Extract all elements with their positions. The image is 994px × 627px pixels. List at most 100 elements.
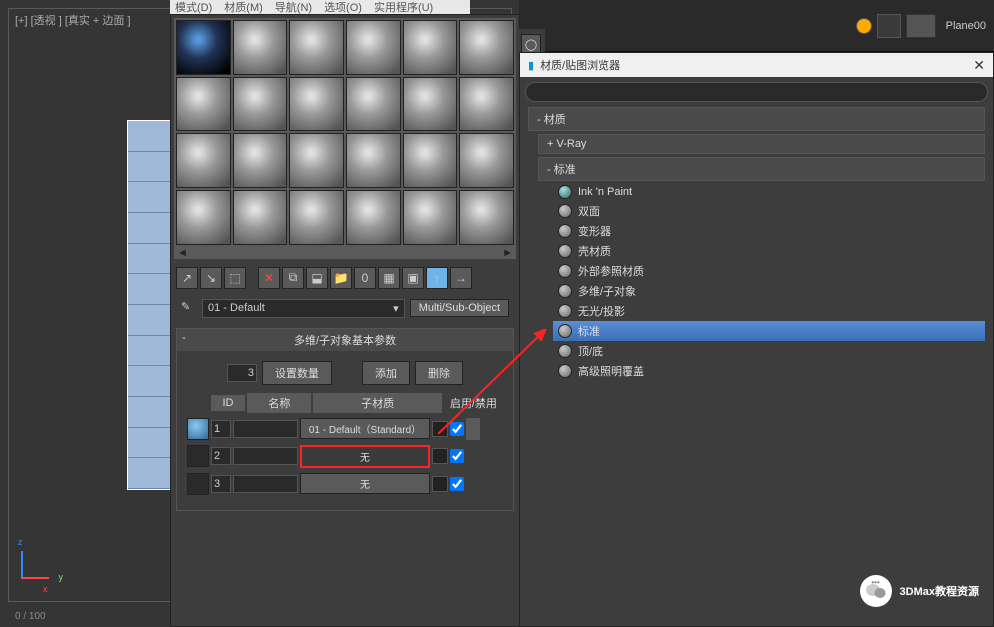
- go-to-parent-icon[interactable]: ↑: [426, 267, 448, 289]
- reset-map-icon[interactable]: ✕: [258, 267, 280, 289]
- row-preview-icon[interactable]: [187, 445, 209, 467]
- sample-slot-10[interactable]: [346, 77, 401, 132]
- sample-slot-14[interactable]: [233, 133, 288, 188]
- set-count-button[interactable]: 设置数量: [262, 361, 332, 385]
- row-enable-checkbox[interactable]: [450, 422, 464, 436]
- viewport-label[interactable]: [+] [透视 ] [真实 + 边面 ]: [15, 12, 131, 28]
- menu-mode[interactable]: 模式(D): [175, 0, 212, 15]
- material-name-dropdown[interactable]: 01 - Default ▾: [202, 299, 405, 318]
- add-button[interactable]: 添加: [362, 361, 410, 385]
- browser-titlebar[interactable]: ▮ 材质/贴图浏览器 ✕: [520, 53, 993, 77]
- sample-slot-2[interactable]: [233, 20, 288, 75]
- menu-material[interactable]: 材质(M): [224, 0, 263, 15]
- show-in-viewport-icon[interactable]: ▦: [378, 267, 400, 289]
- sample-slot-18[interactable]: [459, 133, 514, 188]
- list-item[interactable]: 外部参照材质: [553, 261, 985, 281]
- row-id-input[interactable]: [211, 420, 231, 438]
- list-item[interactable]: 顶/底: [553, 341, 985, 361]
- put-to-scene-icon[interactable]: ↘: [200, 267, 222, 289]
- sample-slot-23[interactable]: [403, 190, 458, 245]
- put-to-library-icon[interactable]: 📁: [330, 267, 352, 289]
- list-item-label: 外部参照材质: [578, 263, 644, 279]
- sample-slot-1[interactable]: [176, 20, 231, 75]
- count-spinner[interactable]: [227, 364, 257, 382]
- sample-slot-8[interactable]: [233, 77, 288, 132]
- close-icon[interactable]: ✕: [973, 57, 985, 74]
- row-material-button[interactable]: 01 - Default（Standard）: [300, 418, 430, 439]
- material-sphere-icon: [558, 324, 572, 338]
- sample-slot-21[interactable]: [289, 190, 344, 245]
- row-name-input[interactable]: [233, 475, 298, 493]
- sample-scrollbar[interactable]: ◄►: [174, 247, 516, 259]
- row-color-swatch[interactable]: [432, 476, 448, 492]
- pick-material-icon[interactable]: ✎: [181, 300, 197, 316]
- sample-slot-20[interactable]: [233, 190, 288, 245]
- sub-material-table: ID 名称 子材质 启用/禁用 01 - Default（Standard）: [187, 393, 503, 495]
- sample-slot-19[interactable]: [176, 190, 231, 245]
- material-type-button[interactable]: Multi/Sub-Object: [410, 299, 509, 317]
- delete-button[interactable]: 删除: [415, 361, 463, 385]
- make-copy-icon[interactable]: ⧉: [282, 267, 304, 289]
- category-standard[interactable]: - 标准: [538, 157, 985, 181]
- row-name-input[interactable]: [233, 447, 298, 465]
- row-preview-icon[interactable]: [187, 418, 209, 440]
- rollout-header[interactable]: - 多维/子对象基本参数: [177, 329, 513, 351]
- sample-slot-4[interactable]: [346, 20, 401, 75]
- sample-slot-22[interactable]: [346, 190, 401, 245]
- category-materials[interactable]: - 材质: [528, 107, 985, 131]
- list-item[interactable]: 多维/子对象: [553, 281, 985, 301]
- sun-icon[interactable]: [856, 18, 872, 34]
- row-scroll-up-icon[interactable]: [466, 418, 480, 440]
- list-item[interactable]: 双面: [553, 201, 985, 221]
- make-unique-icon[interactable]: ⬓: [306, 267, 328, 289]
- sample-slot-17[interactable]: [403, 133, 458, 188]
- row-id-input[interactable]: [211, 475, 231, 493]
- search-input[interactable]: [525, 82, 988, 102]
- row-color-swatch[interactable]: [432, 421, 448, 437]
- row-preview-icon[interactable]: [187, 473, 209, 495]
- row-color-swatch[interactable]: [432, 448, 448, 464]
- menu-nav[interactable]: 导航(N): [275, 0, 312, 15]
- list-item[interactable]: 壳材质: [553, 241, 985, 261]
- sample-slot-15[interactable]: [289, 133, 344, 188]
- sample-slot-24[interactable]: [459, 190, 514, 245]
- main-toolbar: ↗ ↘ ⬚ ✕ ⧉ ⬓ 📁 0 ▦ ▣ ↑ →: [171, 262, 519, 294]
- list-item-label: 顶/底: [578, 343, 603, 359]
- sample-slot-5[interactable]: [403, 20, 458, 75]
- get-material-icon[interactable]: ↗: [176, 267, 198, 289]
- menu-options[interactable]: 选项(O): [324, 0, 362, 15]
- list-item[interactable]: 标准: [553, 321, 985, 341]
- sample-type-icon[interactable]: ◯: [521, 34, 541, 54]
- sample-slot-3[interactable]: [289, 20, 344, 75]
- col-name-header: 名称: [247, 393, 311, 413]
- list-item-label: 高级照明覆盖: [578, 363, 644, 379]
- sample-slot-16[interactable]: [346, 133, 401, 188]
- material-name-row: ✎ 01 - Default ▾ Multi/Sub-Object: [171, 294, 519, 323]
- go-forward-icon[interactable]: →: [450, 267, 472, 289]
- category-vray[interactable]: + V-Ray: [538, 134, 985, 154]
- panel-toggle-icon[interactable]: [877, 14, 901, 38]
- sample-slot-9[interactable]: [289, 77, 344, 132]
- mat-id-icon[interactable]: 0: [354, 267, 376, 289]
- row-material-button[interactable]: 无: [300, 473, 430, 494]
- sample-slot-7[interactable]: [176, 77, 231, 132]
- sample-slot-11[interactable]: [403, 77, 458, 132]
- menu-utils[interactable]: 实用程序(U): [374, 0, 433, 15]
- sample-slot-13[interactable]: [176, 133, 231, 188]
- show-end-result-icon[interactable]: ▣: [402, 267, 424, 289]
- list-item[interactable]: Ink 'n Paint: [553, 183, 985, 201]
- row-enable-checkbox[interactable]: [450, 477, 464, 491]
- assign-to-selection-icon[interactable]: ⬚: [224, 267, 246, 289]
- row-name-input[interactable]: [233, 420, 298, 438]
- list-item[interactable]: 无光/投影: [553, 301, 985, 321]
- rollout-toggle-icon[interactable]: -: [182, 332, 186, 344]
- list-item[interactable]: 高级照明覆盖: [553, 361, 985, 381]
- list-item[interactable]: 变形器: [553, 221, 985, 241]
- row-material-button[interactable]: 无: [300, 445, 430, 468]
- sample-slot-6[interactable]: [459, 20, 514, 75]
- sample-slot-12[interactable]: [459, 77, 514, 132]
- material-sphere-icon: [558, 244, 572, 258]
- top-right-panel: Plane00: [519, 0, 994, 52]
- row-id-input[interactable]: [211, 447, 231, 465]
- row-enable-checkbox[interactable]: [450, 449, 464, 463]
